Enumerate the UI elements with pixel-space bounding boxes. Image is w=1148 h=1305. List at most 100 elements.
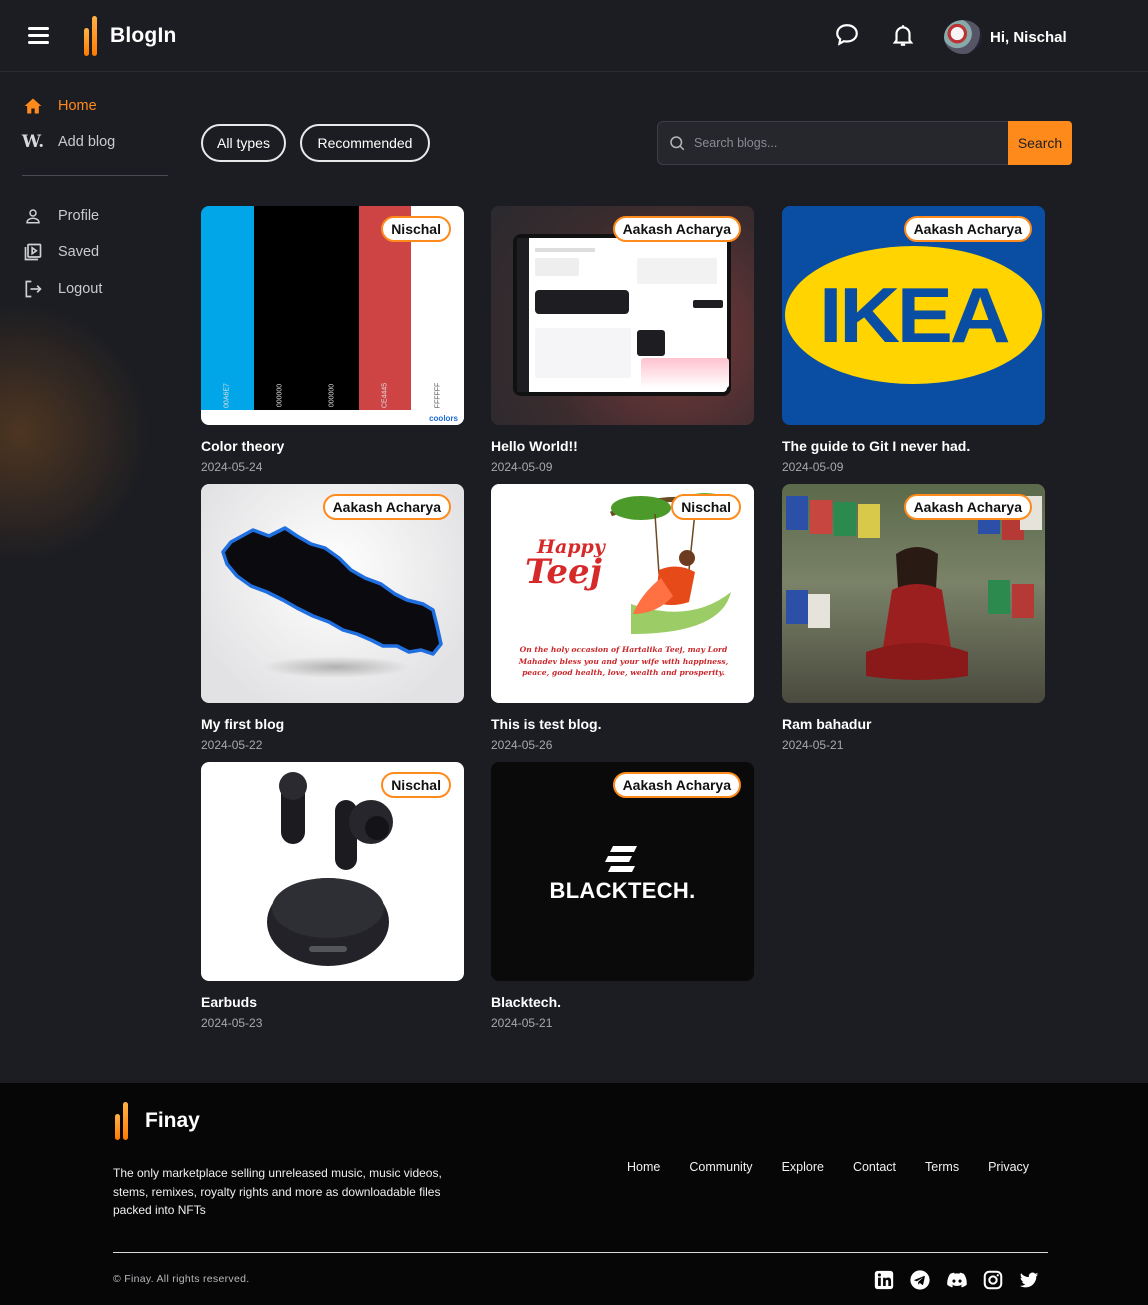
bell-icon[interactable] — [890, 22, 916, 48]
dashboard-mockup — [513, 234, 731, 396]
search-icon — [670, 136, 685, 151]
blog-date: 2024-05-09 — [782, 460, 844, 474]
add-blog-icon: W. — [21, 132, 45, 152]
sidebar-item-label: Home — [58, 98, 97, 114]
sidebar-item-logout[interactable]: Logout — [22, 278, 102, 300]
sidebar-divider — [22, 175, 168, 176]
footer-link-terms[interactable]: Terms — [925, 1160, 959, 1174]
blog-title[interactable]: My first blog — [201, 716, 284, 732]
coolors-logo: coolors — [429, 414, 458, 423]
menu-icon[interactable] — [28, 27, 49, 44]
footer-brand-name: Finay — [145, 1109, 200, 1132]
blog-thumbnail: Nischal — [201, 762, 464, 981]
blog-card[interactable]: Nischal Earbuds 2024-05-23 — [201, 762, 464, 1030]
telegram-icon[interactable] — [909, 1269, 931, 1291]
blog-date: 2024-05-21 — [782, 738, 844, 752]
blog-thumbnail: BLACKTECH. Aakash Acharya — [491, 762, 754, 981]
logout-icon — [22, 278, 44, 300]
blog-date: 2024-05-26 — [491, 738, 553, 752]
discord-icon[interactable] — [946, 1269, 968, 1291]
search-box — [657, 121, 1009, 165]
linkedin-icon[interactable] — [873, 1269, 895, 1291]
blog-card[interactable]: 00A6E7 000000 000000 CE4445 FFFFFF coolo… — [201, 206, 464, 474]
blog-thumbnail: Aakash Acharya — [201, 484, 464, 703]
sidebar-item-label: Add blog — [58, 134, 116, 150]
blog-card[interactable]: IKEA Aakash Acharya The guide to Git I n… — [782, 206, 1045, 474]
sidebar-item-saved[interactable]: Saved — [22, 241, 99, 263]
blog-date: 2024-05-23 — [201, 1016, 263, 1030]
blog-title[interactable]: Ram bahadur — [782, 716, 871, 732]
filter-recommended[interactable]: Recommended — [300, 124, 430, 162]
blog-card[interactable]: BLACKTECH. Aakash Acharya Blacktech. 202… — [491, 762, 754, 1030]
sidebar-item-home[interactable]: Home — [22, 95, 97, 117]
footer-brand[interactable]: Finay — [113, 1102, 200, 1140]
sidebar-glow — [0, 303, 150, 563]
meditating-person-image — [866, 547, 968, 680]
home-icon — [22, 95, 44, 117]
blog-title[interactable]: Blacktech. — [491, 994, 561, 1010]
blog-thumbnail: IKEA Aakash Acharya — [782, 206, 1045, 425]
blog-title[interactable]: Hello World!! — [491, 438, 578, 454]
blog-thumbnail: Aakash Acharya — [782, 484, 1045, 703]
user-menu[interactable]: Hi, Nischal — [944, 20, 1067, 54]
twitter-icon[interactable] — [1018, 1269, 1040, 1291]
blog-card[interactable]: Aakash Acharya Ram bahadur 2024-05-21 — [782, 484, 1045, 752]
blog-title[interactable]: This is test blog. — [491, 716, 601, 732]
blog-date: 2024-05-24 — [201, 460, 263, 474]
footer-links: Home Community Explore Contact Terms Pri… — [627, 1160, 1029, 1174]
sidebar-item-add-blog[interactable]: W. Add blog — [22, 131, 115, 153]
blog-thumbnail: 00A6E7 000000 000000 CE4445 FFFFFF coolo… — [201, 206, 464, 425]
author-badge: Aakash Acharya — [903, 494, 1032, 520]
author-badge: Nischal — [381, 216, 451, 242]
author-badge: Aakash Acharya — [903, 216, 1032, 242]
footer: Finay The only marketplace selling unrel… — [0, 1083, 1148, 1305]
search-input[interactable] — [694, 136, 994, 150]
blog-date: 2024-05-09 — [491, 460, 553, 474]
top-navbar: BlogIn Hi, Nischal — [0, 0, 1148, 72]
author-badge: Nischal — [381, 772, 451, 798]
sidebar-item-profile[interactable]: Profile — [22, 205, 99, 227]
logo-bars-icon — [113, 1102, 133, 1140]
logo-bars-icon — [82, 16, 102, 56]
blog-card[interactable]: Aakash Acharya Hello World!! 2024-05-09 — [491, 206, 754, 474]
footer-link-explore[interactable]: Explore — [782, 1160, 824, 1174]
blog-thumbnail: Happy Teej On the holy occasion of Harta… — [491, 484, 754, 703]
blog-date: 2024-05-22 — [201, 738, 263, 752]
sidebar-item-label: Logout — [58, 281, 103, 297]
teej-heading: Happy Teej — [525, 536, 605, 592]
blog-thumbnail: Aakash Acharya — [491, 206, 754, 425]
blacktech-logo: BLACKTECH. — [549, 878, 696, 903]
search-button[interactable]: Search — [1008, 121, 1072, 165]
sidebar-item-label: Profile — [58, 208, 100, 224]
teej-message: On the holy occasion of Hartalika Teej, … — [518, 645, 729, 677]
footer-link-home[interactable]: Home — [627, 1160, 660, 1174]
instagram-icon[interactable] — [982, 1269, 1004, 1291]
blog-card[interactable]: Happy Teej On the holy occasion of Harta… — [491, 484, 754, 752]
author-badge: Aakash Acharya — [322, 494, 451, 520]
brand-logo[interactable]: BlogIn — [82, 16, 177, 56]
blog-date: 2024-05-21 — [491, 1016, 553, 1030]
blog-title[interactable]: Color theory — [201, 438, 284, 454]
author-badge: Nischal — [671, 494, 741, 520]
copyright: © Finay. All rights reserved. — [113, 1273, 250, 1285]
blog-title[interactable]: Earbuds — [201, 994, 257, 1010]
user-icon — [22, 205, 44, 227]
blog-title[interactable]: The guide to Git I never had. — [782, 438, 970, 454]
footer-description: The only marketplace selling unreleased … — [113, 1166, 442, 1217]
sidebar: Home W. Add blog Profile Saved Logout — [0, 73, 190, 1083]
footer-link-community[interactable]: Community — [689, 1160, 752, 1174]
user-greeting: Hi, Nischal — [990, 28, 1067, 46]
footer-link-privacy[interactable]: Privacy — [988, 1160, 1029, 1174]
ikea-logo: IKEA — [785, 246, 1042, 384]
blog-card[interactable]: Aakash Acharya My first blog 2024-05-22 — [201, 484, 464, 752]
saved-playlist-icon — [22, 241, 44, 263]
sidebar-item-label: Saved — [58, 244, 100, 260]
chat-icon[interactable] — [834, 22, 860, 48]
brand-name: BlogIn — [110, 24, 177, 47]
author-badge: Aakash Acharya — [612, 772, 741, 798]
avatar — [944, 20, 982, 54]
filter-all-types[interactable]: All types — [201, 124, 286, 162]
footer-link-contact[interactable]: Contact — [853, 1160, 896, 1174]
author-badge: Aakash Acharya — [612, 216, 741, 242]
footer-divider — [113, 1252, 1048, 1253]
